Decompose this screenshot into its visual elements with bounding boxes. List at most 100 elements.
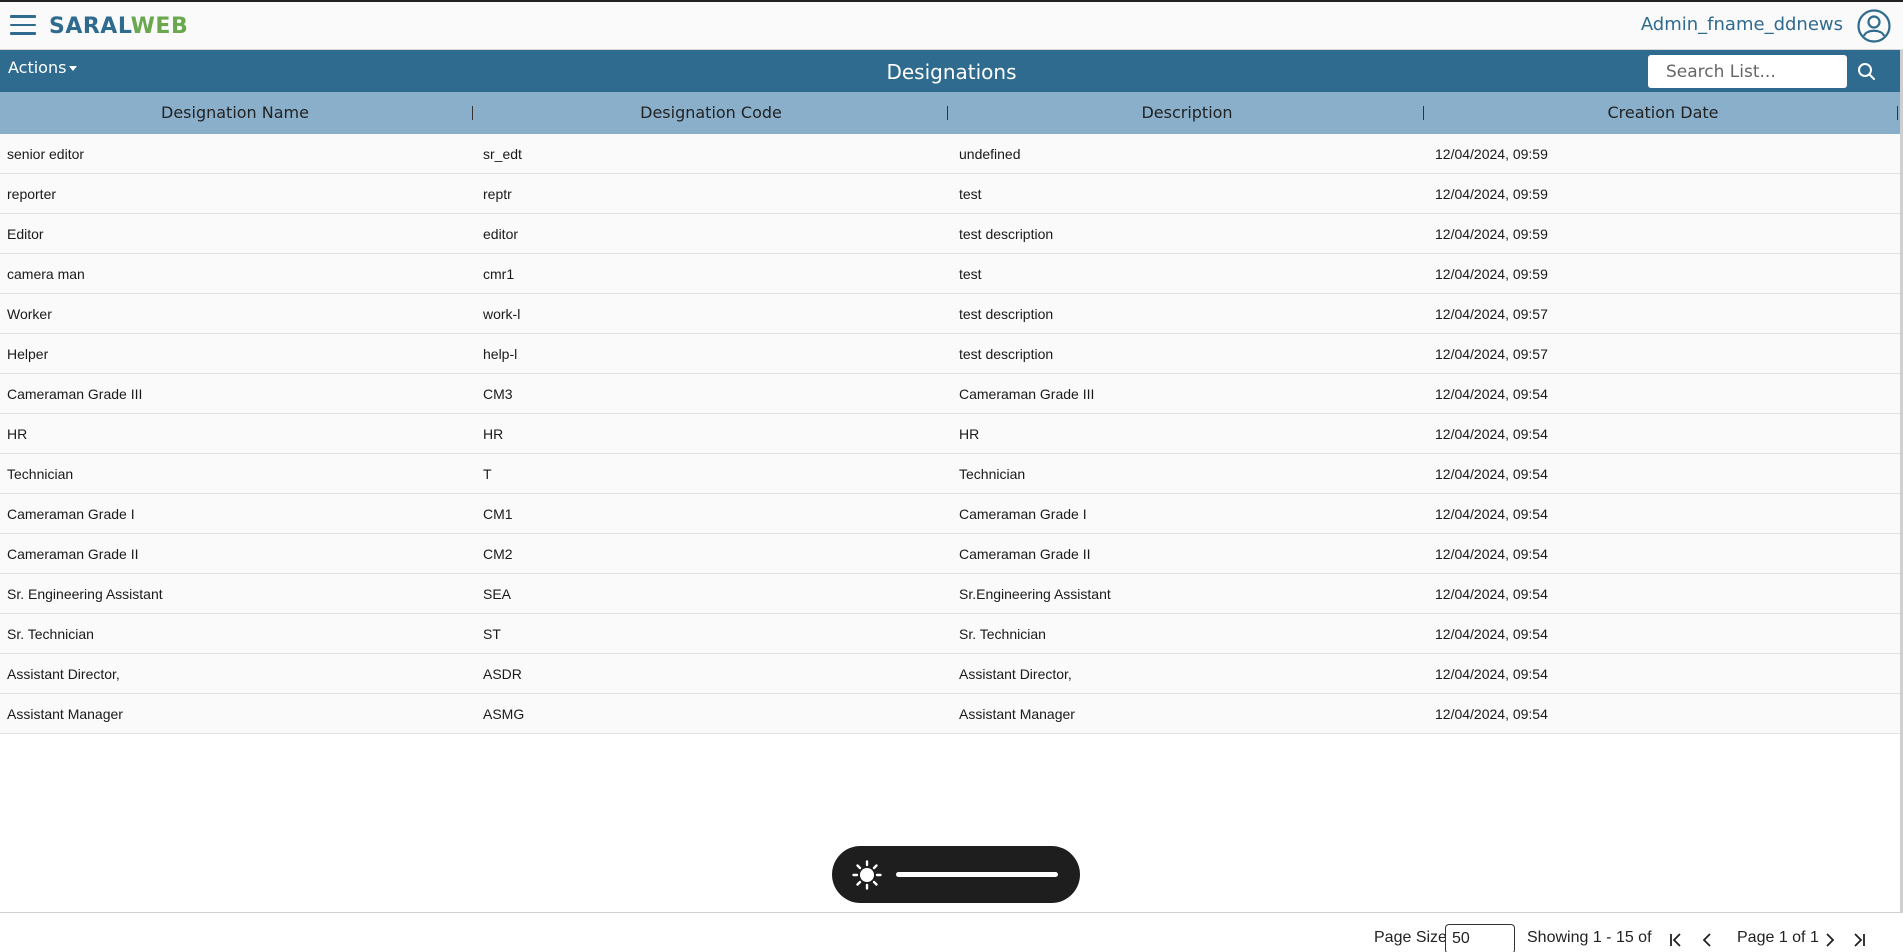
page-info-text: Page 1 of 1	[1737, 929, 1819, 946]
cell-designation-name: Assistant Director,	[7, 666, 120, 682]
cell-creation-date: 12/04/2024, 09:57	[1435, 346, 1548, 362]
last-page-icon[interactable]	[1850, 931, 1868, 949]
column-resize-handle[interactable]	[947, 106, 948, 120]
cell-description: test	[959, 266, 982, 282]
cell-designation-name: Cameraman Grade III	[7, 386, 143, 402]
next-page-icon[interactable]	[1820, 931, 1838, 949]
cell-creation-date: 12/04/2024, 09:54	[1435, 386, 1548, 402]
column-resize-handle[interactable]	[472, 106, 473, 120]
table-row[interactable]: Assistant Manager ASMG Assistant Manager…	[0, 694, 1901, 734]
search-icon[interactable]	[1853, 58, 1881, 86]
table-header: Designation Name Designation Code Descri…	[0, 92, 1901, 134]
column-header-designation-code[interactable]: Designation Code	[476, 92, 946, 134]
table-row[interactable]: Cameraman Grade III CM3 Cameraman Grade …	[0, 374, 1901, 414]
hamburger-menu-icon[interactable]	[10, 15, 36, 37]
page-size-label: Page Size	[1374, 929, 1447, 946]
page-title: Designations	[886, 60, 1017, 84]
cell-creation-date: 12/04/2024, 09:54	[1435, 706, 1548, 722]
table-row[interactable]: Cameraman Grade I CM1 Cameraman Grade I …	[0, 494, 1901, 534]
cell-creation-date: 12/04/2024, 09:59	[1435, 266, 1548, 282]
brightness-sun-icon	[852, 860, 882, 890]
cell-description: Assistant Director,	[959, 666, 1072, 682]
cell-creation-date: 12/04/2024, 09:54	[1435, 466, 1548, 482]
showing-range-text: Showing 1 - 15 of	[1527, 929, 1652, 946]
column-header-creation-date[interactable]: Creation Date	[1428, 92, 1898, 134]
table-row[interactable]: Editor editor test description 12/04/202…	[0, 214, 1901, 254]
cell-description: Sr. Technician	[959, 626, 1046, 642]
cell-designation-code: CM2	[483, 546, 513, 562]
cell-description: test description	[959, 226, 1054, 242]
cell-description: Sr.Engineering Assistant	[959, 586, 1111, 602]
cell-creation-date: 12/04/2024, 09:54	[1435, 666, 1548, 682]
logo-saral: SARAL	[49, 14, 131, 39]
table-row[interactable]: Sr. Engineering Assistant SEA Sr.Enginee…	[0, 574, 1901, 614]
cell-creation-date: 12/04/2024, 09:57	[1435, 306, 1548, 322]
table-row[interactable]: Sr. Technician ST Sr. Technician 12/04/2…	[0, 614, 1901, 654]
table-row[interactable]: camera man cmr1 test 12/04/2024, 09:59	[0, 254, 1901, 294]
cell-designation-name: Cameraman Grade I	[7, 506, 135, 522]
previous-page-icon[interactable]	[1699, 931, 1717, 949]
brightness-osd	[832, 846, 1080, 903]
cell-designation-code: sr_edt	[483, 146, 522, 162]
cell-designation-name: Helper	[7, 346, 49, 362]
column-header-description[interactable]: Description	[952, 92, 1422, 134]
cell-description: test	[959, 186, 982, 202]
cell-designation-code: CM1	[483, 506, 513, 522]
cell-designation-code: ST	[483, 626, 501, 642]
cell-designation-code: ASMG	[483, 706, 525, 722]
cell-designation-code: ASDR	[483, 666, 522, 682]
column-resize-handle[interactable]	[1423, 106, 1424, 120]
table-row[interactable]: Assistant Director, ASDR Assistant Direc…	[0, 654, 1901, 694]
list-toolbar: Actions Designations	[0, 50, 1903, 92]
cell-designation-name: Editor	[7, 226, 44, 242]
cell-designation-name: Sr. Engineering Assistant	[7, 586, 163, 602]
cell-designation-code: SEA	[483, 586, 512, 602]
cell-designation-code: CM3	[483, 386, 513, 402]
table-row[interactable]: Helper help-l test description 12/04/202…	[0, 334, 1901, 374]
table-row[interactable]: senior editor sr_edt undefined 12/04/202…	[0, 134, 1901, 174]
top-navbar: SARALWEB Admin_fname_ddnews	[0, 0, 1903, 50]
table-row[interactable]: HR HR HR 12/04/2024, 09:54	[0, 414, 1901, 454]
cell-designation-name: Worker	[7, 306, 52, 322]
cell-description: undefined	[959, 146, 1021, 162]
cell-designation-code: cmr1	[483, 266, 515, 282]
table-row[interactable]: Worker work-l test description 12/04/202…	[0, 294, 1901, 334]
cell-designation-code: help-l	[483, 346, 518, 362]
table-row[interactable]: Cameraman Grade II CM2 Cameraman Grade I…	[0, 534, 1901, 574]
brightness-level-bar	[896, 872, 1058, 877]
table-row[interactable]: Technician T Technician 12/04/2024, 09:5…	[0, 454, 1901, 494]
column-resize-handle[interactable]	[1897, 106, 1898, 120]
cell-designation-code: T	[483, 466, 492, 482]
cell-designation-code: editor	[483, 226, 519, 242]
cell-designation-name: Sr. Technician	[7, 626, 94, 642]
cell-description: Cameraman Grade II	[959, 546, 1091, 562]
cell-description: Assistant Manager	[959, 706, 1075, 722]
cell-creation-date: 12/04/2024, 09:54	[1435, 506, 1548, 522]
cell-description: test description	[959, 346, 1054, 362]
cell-designation-name: senior editor	[7, 146, 85, 162]
app-logo[interactable]: SARALWEB	[49, 14, 188, 39]
cell-description: test description	[959, 306, 1054, 322]
cell-creation-date: 12/04/2024, 09:59	[1435, 226, 1548, 242]
cell-creation-date: 12/04/2024, 09:59	[1435, 186, 1548, 202]
user-avatar-icon[interactable]	[1857, 9, 1891, 43]
cell-designation-code: reptr	[483, 186, 512, 202]
user-name[interactable]: Admin_fname_ddnews	[1641, 14, 1843, 35]
cell-designation-name: reporter	[7, 186, 57, 202]
cell-designation-name: Assistant Manager	[7, 706, 123, 722]
cell-creation-date: 12/04/2024, 09:59	[1435, 146, 1548, 162]
column-header-designation-name[interactable]: Designation Name	[0, 92, 470, 134]
cell-designation-name: camera man	[7, 266, 85, 282]
cell-description: Technician	[959, 466, 1026, 482]
page-size-input[interactable]	[1445, 924, 1515, 952]
cell-creation-date: 12/04/2024, 09:54	[1435, 546, 1548, 562]
cell-description: Cameraman Grade I	[959, 506, 1087, 522]
logo-web: WEB	[130, 14, 189, 39]
table-body: senior editor sr_edt undefined 12/04/202…	[0, 134, 1901, 734]
cell-designation-name: Technician	[7, 466, 74, 482]
search-input[interactable]	[1648, 55, 1847, 88]
cell-designation-code: HR	[483, 426, 504, 442]
table-row[interactable]: reporter reptr test 12/04/2024, 09:59	[0, 174, 1901, 214]
cell-designation-name: Cameraman Grade II	[7, 546, 139, 562]
first-page-icon[interactable]	[1667, 931, 1685, 949]
